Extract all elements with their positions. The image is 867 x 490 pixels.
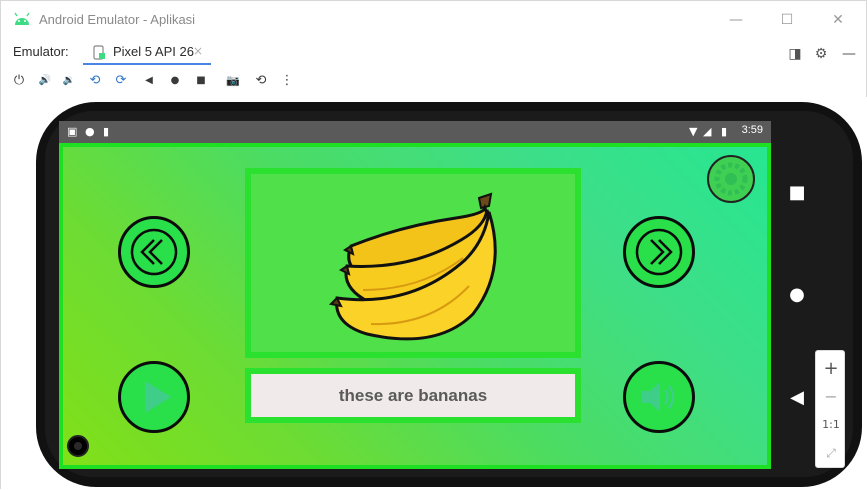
emulator-window: Android Emulator - Aplikasi — ☐ ✕ Emulat… (0, 0, 867, 490)
sync-icon: ● (85, 125, 95, 138)
emulator-toolbar: ⏻ 🔊 🔉 ⟲ ⟳ ◀ ● ■ 📷 ⟲ ⋮ (1, 67, 867, 95)
close-button[interactable]: ✕ (823, 9, 853, 31)
maximize-button[interactable]: ☐ (772, 9, 802, 31)
settings-button[interactable] (707, 155, 755, 203)
android-icon (14, 12, 30, 25)
play-icon (145, 381, 171, 413)
zoom-in-button[interactable]: + (816, 357, 846, 381)
power-icon[interactable]: ⏻ (9, 71, 29, 91)
layout-icon[interactable]: ◨ (785, 45, 805, 63)
minimize-button[interactable]: — (721, 9, 751, 31)
sound-button[interactable] (623, 361, 695, 433)
caption-text: these are bananas (251, 374, 575, 417)
tab-title: Pixel 5 API 26 (113, 44, 194, 59)
notification-icon: ▣ (67, 125, 78, 138)
zoom-panel: + − 1:1 ⤢ (815, 350, 845, 468)
zoom-fit-button[interactable]: ⤢ (816, 441, 846, 465)
more-icon[interactable]: ⋮ (277, 71, 297, 91)
picture-frame (245, 168, 581, 358)
home-icon[interactable]: ● (165, 71, 185, 91)
home-button[interactable]: ● (785, 283, 809, 307)
snapshot-icon[interactable]: ⟲ (251, 71, 271, 91)
front-camera (67, 435, 89, 457)
tab-pixel-5-api-26[interactable]: Pixel 5 API 26 × (83, 41, 211, 65)
title-bar: Android Emulator - Aplikasi — ☐ ✕ (1, 1, 867, 39)
status-bar: ▣ ● ▮ ▼ ◢ ▮ 3:59 (59, 121, 771, 143)
window-title: Android Emulator - Aplikasi (39, 12, 196, 27)
speaker-icon (642, 382, 675, 412)
rotate-right-icon[interactable]: ⟳ (111, 71, 131, 91)
overview-icon[interactable]: ■ (191, 71, 211, 91)
sd-card-icon: ▮ (103, 125, 110, 138)
chevron-double-right-icon (635, 228, 683, 276)
emulator-label: Emulator: (13, 44, 69, 59)
back-button[interactable]: ◀ (785, 386, 809, 410)
banana-image (328, 192, 497, 341)
gear-icon[interactable]: ⚙ (811, 45, 831, 63)
zoom-ratio-button[interactable]: 1:1 (816, 413, 846, 437)
overview-button[interactable]: ■ (785, 181, 809, 205)
chevron-double-left-icon (130, 228, 178, 276)
hide-icon[interactable]: — (839, 45, 859, 63)
caption-frame: these are bananas (245, 368, 581, 423)
play-button[interactable] (118, 361, 190, 433)
tab-close-icon[interactable]: × (193, 44, 203, 58)
zoom-out-button[interactable]: − (816, 385, 846, 409)
next-button[interactable] (623, 216, 695, 288)
volume-up-icon[interactable]: 🔊 (35, 71, 55, 91)
camera-icon[interactable]: 📷 (223, 71, 243, 91)
tab-bar: Emulator: Pixel 5 API 26 × (1, 39, 867, 65)
rotate-left-icon[interactable]: ⟲ (85, 71, 105, 91)
volume-down-icon[interactable]: 🔉 (59, 71, 79, 91)
battery-icon: ▮ (721, 125, 728, 138)
status-time: 3:59 (741, 124, 763, 136)
gear-icon (714, 162, 748, 196)
device-icon (93, 45, 105, 60)
previous-button[interactable] (118, 216, 190, 288)
wifi-icon: ▼ (689, 125, 698, 138)
signal-icon: ◢ (703, 125, 712, 138)
back-icon[interactable]: ◀ (139, 71, 159, 91)
